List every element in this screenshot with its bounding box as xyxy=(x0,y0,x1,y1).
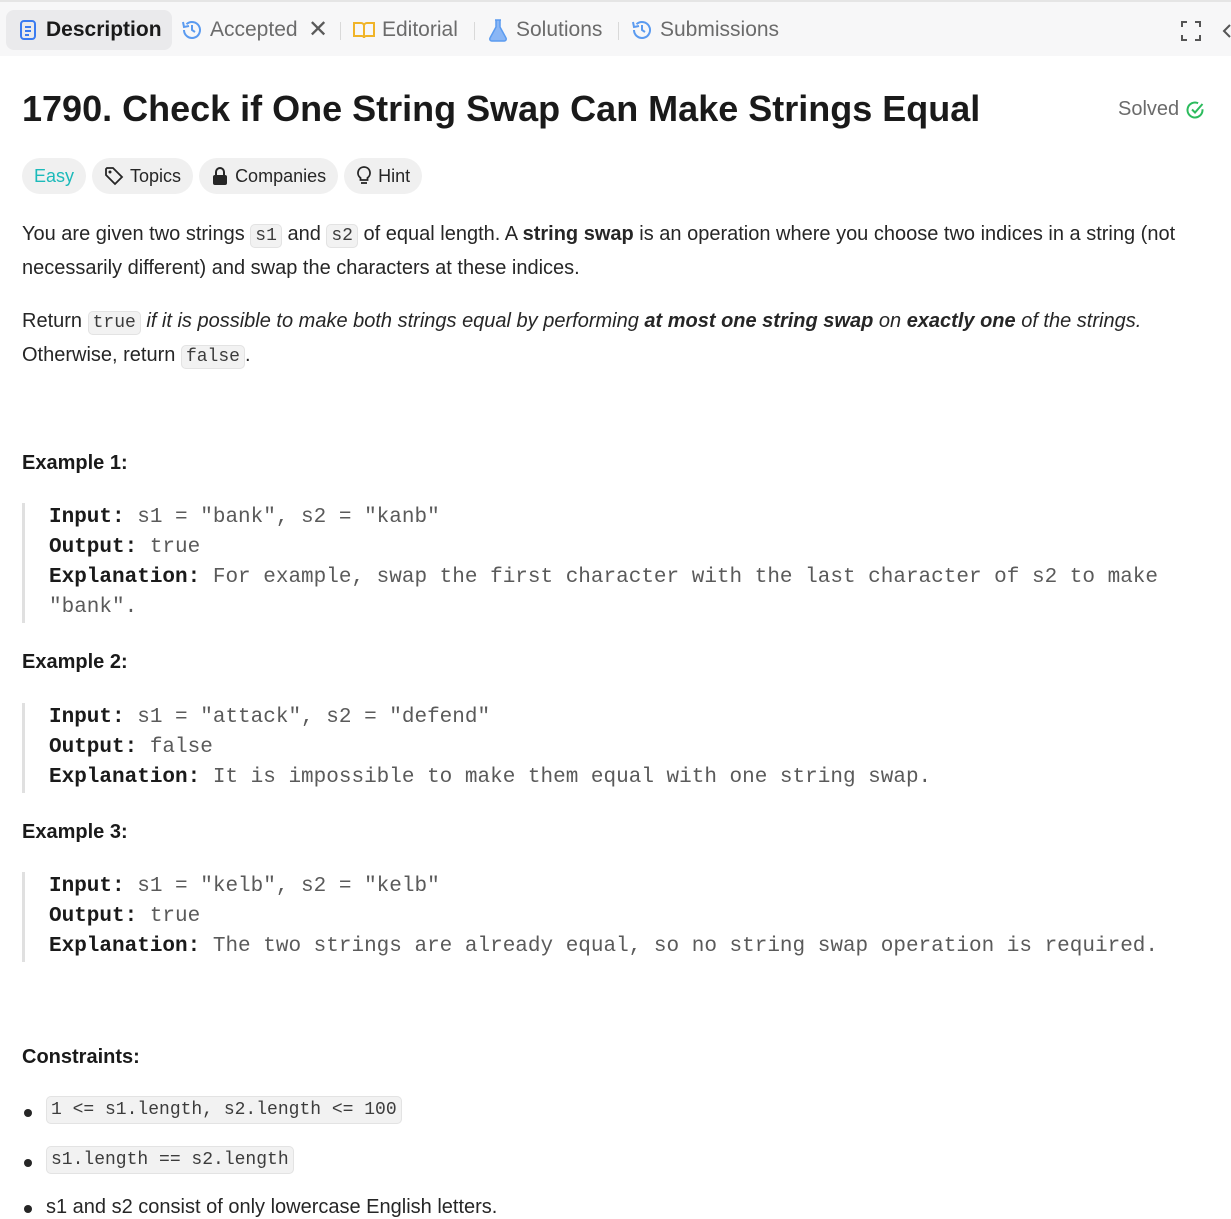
example-output: Output: true xyxy=(49,902,1202,932)
example-explanation: Explanation: The two strings are already… xyxy=(49,932,1202,962)
explanation-label: Explanation: xyxy=(49,566,201,589)
output-value: true xyxy=(149,905,201,928)
hint-label: Hint xyxy=(378,165,411,186)
input-value: s1 = "kelb", s2 = "kelb" xyxy=(137,875,440,898)
input-label: Input: xyxy=(49,706,125,729)
book-icon xyxy=(352,18,376,42)
tab-editorial-label: Editorial xyxy=(382,18,458,41)
text: . xyxy=(244,344,251,366)
inline-code: s1 xyxy=(250,224,282,248)
constraint-item: s1 and s2 consist of only lowercase Engl… xyxy=(46,1196,498,1218)
flask-icon xyxy=(486,18,510,42)
text: Otherwise, return xyxy=(22,344,181,366)
tab-divider xyxy=(618,22,619,40)
text: if it is possible to make both strings e… xyxy=(140,310,645,332)
companies-chip[interactable]: Companies xyxy=(199,158,339,194)
example-block: Input: s1 = "attack", s2 = "defend" Outpu… xyxy=(22,703,1202,793)
tab-accepted[interactable]: Accepted xyxy=(180,10,298,50)
inline-code: false xyxy=(180,345,245,369)
text: You are given two strings xyxy=(22,223,251,245)
explanation-value: For example, swap the first character wi… xyxy=(49,566,1171,619)
solved-label: Solved xyxy=(1118,98,1180,120)
example-block: Input: s1 = "bank", s2 = "kanb" Output: t… xyxy=(22,503,1202,623)
input-label: Input: xyxy=(49,506,125,529)
example-input: Input: s1 = "attack", s2 = "defend" xyxy=(49,703,1202,733)
lock-icon xyxy=(211,166,229,186)
explanation-value: It is impossible to make them equal with… xyxy=(212,766,932,789)
example-explanation: Explanation: It is impossible to make th… xyxy=(49,763,1202,793)
text: on xyxy=(873,310,907,332)
fullscreen-icon[interactable] xyxy=(1180,20,1202,42)
bold-term: at most one string swap xyxy=(644,310,874,332)
difficulty-badge: Easy xyxy=(22,158,87,194)
input-value: s1 = "attack", s2 = "defend" xyxy=(137,706,491,729)
check-circle-icon xyxy=(1186,101,1204,119)
description-icon xyxy=(16,18,40,42)
tab-description[interactable]: Description xyxy=(6,10,172,50)
problem-title: 1790. Check if One String Swap Can Make … xyxy=(22,88,981,129)
constraint-code: 1 <= s1.length, s2.length <= 100 xyxy=(46,1096,402,1124)
output-label: Output: xyxy=(49,736,138,759)
output-value: true xyxy=(149,536,201,559)
hint-chip[interactable]: Hint xyxy=(344,158,423,194)
tab-submissions-label: Submissions xyxy=(660,18,780,41)
example-block: Input: s1 = "kelb", s2 = "kelb" Output: t… xyxy=(22,872,1202,962)
constraint-item: s1.length == s2.length xyxy=(46,1146,294,1174)
list-bullet xyxy=(24,1205,32,1213)
list-bullet xyxy=(24,1159,32,1167)
close-tab-icon[interactable]: ✕ xyxy=(308,16,328,44)
explanation-label: Explanation: xyxy=(49,935,201,958)
constraint-code: s1.length == s2.length xyxy=(46,1146,294,1174)
output-value: false xyxy=(149,736,213,759)
tab-description-label: Description xyxy=(46,18,162,41)
example-heading: Example 2: xyxy=(22,651,128,673)
bold-term: string swap xyxy=(522,223,634,245)
example-explanation: Explanation: For example, swap the first… xyxy=(49,563,1202,623)
tab-solutions-label: Solutions xyxy=(516,18,603,41)
tag-chips: Easy Topics Companies Hint xyxy=(22,158,423,194)
description-paragraph-1: You are given two strings s1 and s2 of e… xyxy=(22,218,1202,284)
tab-bar: Description Accepted ✕ Editorial Solutio… xyxy=(0,0,1231,56)
tab-solutions[interactable]: Solutions xyxy=(486,10,602,50)
description-paragraph-2: Return true if it is possible to make bo… xyxy=(22,305,1202,373)
tab-editorial[interactable]: Editorial xyxy=(352,10,458,50)
tab-divider xyxy=(340,22,341,40)
lightbulb-icon xyxy=(356,165,372,187)
tag-icon xyxy=(104,166,124,186)
input-label: Input: xyxy=(49,875,125,898)
companies-label: Companies xyxy=(235,165,327,186)
output-label: Output: xyxy=(49,905,138,928)
history-icon xyxy=(180,18,204,42)
text: of the strings. xyxy=(1015,310,1142,332)
example-heading: Example 3: xyxy=(22,821,128,843)
tab-submissions[interactable]: Submissions xyxy=(630,10,779,50)
list-bullet xyxy=(24,1109,32,1117)
example-heading: Example 1: xyxy=(22,452,128,474)
constraint-item: 1 <= s1.length, s2.length <= 100 xyxy=(46,1096,402,1124)
text: and xyxy=(281,223,327,245)
chevron-left-icon[interactable] xyxy=(1222,22,1231,40)
tab-divider xyxy=(474,22,475,40)
text: of equal length. A xyxy=(357,223,523,245)
example-output: Output: true xyxy=(49,533,1202,563)
text: Return xyxy=(22,310,88,332)
example-input: Input: s1 = "kelb", s2 = "kelb" xyxy=(49,872,1202,902)
topics-chip[interactable]: Topics xyxy=(92,158,194,194)
history-icon xyxy=(630,18,654,42)
example-input: Input: s1 = "bank", s2 = "kanb" xyxy=(49,503,1202,533)
constraints-heading: Constraints: xyxy=(22,1046,140,1068)
input-value: s1 = "bank", s2 = "kanb" xyxy=(137,506,440,529)
inline-code: true xyxy=(87,311,141,335)
bold-term: exactly one xyxy=(906,310,1016,332)
explanation-label: Explanation: xyxy=(49,766,201,789)
tab-accepted-label: Accepted xyxy=(210,18,298,41)
topics-label: Topics xyxy=(130,165,182,186)
example-output: Output: false xyxy=(49,733,1202,763)
explanation-value: The two strings are already equal, so no… xyxy=(212,935,1158,958)
output-label: Output: xyxy=(49,536,138,559)
solved-status: Solved xyxy=(1118,98,1205,121)
inline-code: s2 xyxy=(326,224,358,248)
